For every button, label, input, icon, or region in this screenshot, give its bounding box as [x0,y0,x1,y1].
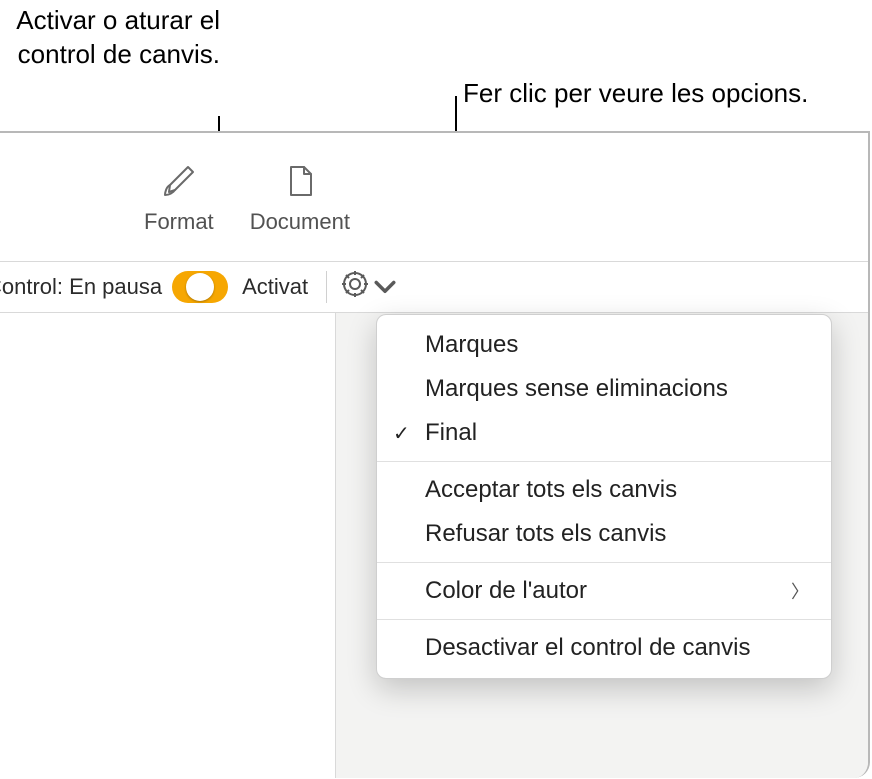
menu-item-label: Color de l'autor [425,577,587,605]
menu-item-markup-no-deletions[interactable]: Marques sense eliminacions [377,367,831,411]
document-icon [282,163,318,205]
options-menu: Marques Marques sense eliminacions ✓ Fin… [376,314,832,679]
menu-separator [377,619,831,620]
toggle-knob [186,273,214,301]
app-window: Format Document Control: En pausa Activa… [0,131,870,778]
menu-item-label: Refusar tots els canvis [425,520,666,548]
menu-item-markup[interactable]: Marques [377,323,831,367]
document-label: Document [250,209,350,235]
menu-separator [377,461,831,462]
tracking-bar: Control: En pausa Activat [0,261,868,313]
check-icon: ✓ [393,421,410,446]
menu-separator [377,562,831,563]
menu-item-label: Desactivar el control de canvis [425,634,750,662]
callout-toggle-label: Activar o aturar el control de canvis. [0,4,220,72]
menu-item-author-color[interactable]: Color de l'autor 〉 [377,569,831,613]
toolbar: Format Document [144,163,350,235]
paintbrush-icon [161,163,197,205]
menu-item-label: Acceptar tots els canvis [425,476,677,504]
document-button[interactable]: Document [250,163,350,235]
menu-item-label: Marques sense eliminacions [425,375,728,403]
callout-options-label: Fer clic per veure les opcions. [463,77,808,111]
menu-item-turn-off-tracking[interactable]: Desactivar el control de canvis [377,626,831,670]
gear-icon [341,270,369,304]
menu-item-label: Marques [425,331,518,359]
tracking-status: Control: En pausa [0,274,162,300]
format-button[interactable]: Format [144,163,214,235]
tracking-toggle[interactable] [172,271,228,303]
options-gear-button[interactable] [341,270,399,304]
menu-item-label: Final [425,419,477,447]
tracking-on-label: Activat [242,274,308,300]
menu-item-final[interactable]: ✓ Final [377,411,831,455]
chevron-right-icon: 〉 [791,578,809,604]
menu-item-accept-all[interactable]: Acceptar tots els canvis [377,468,831,512]
separator [326,271,327,303]
chevron-down-icon [371,272,399,306]
menu-item-reject-all[interactable]: Refusar tots els canvis [377,512,831,556]
format-label: Format [144,209,214,235]
